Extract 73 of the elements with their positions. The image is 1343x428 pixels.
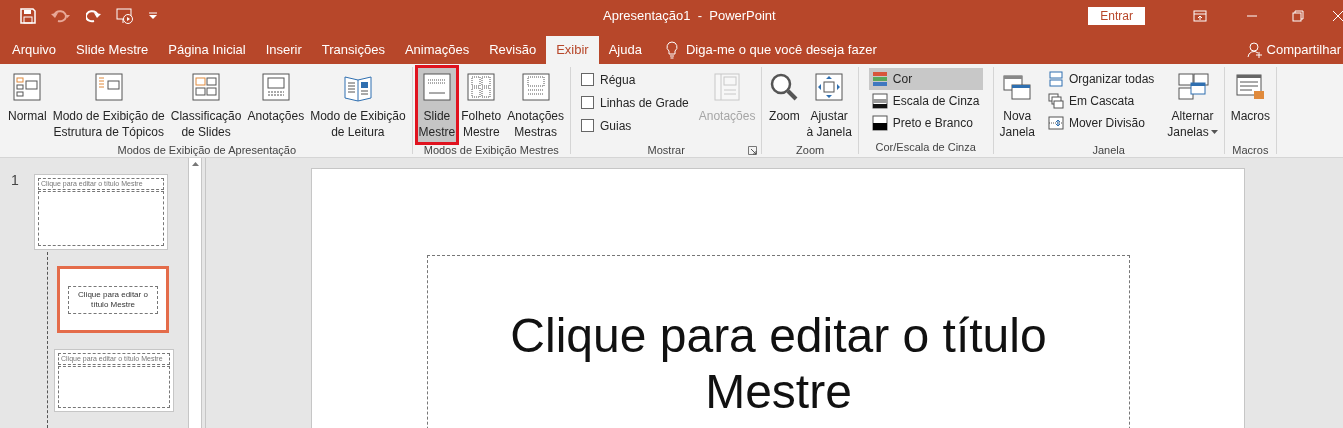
- scroll-up-icon[interactable]: [191, 162, 199, 166]
- ribbon-button[interactable]: Anotações Mestras: [505, 67, 566, 143]
- ribbon-button[interactable]: Classificação de Slides: [168, 67, 244, 143]
- ribbon-button[interactable]: Ajustar à Janela: [804, 67, 854, 143]
- ribbon-button[interactable]: Em Cascata: [1044, 90, 1158, 112]
- ribbon-tab[interactable]: Ajuda: [598, 36, 652, 64]
- redo-icon[interactable]: [86, 8, 102, 24]
- outline-icon: [92, 71, 125, 103]
- ribbon-button[interactable]: Preto e Branco: [868, 112, 983, 134]
- checkbox[interactable]: Régua: [581, 68, 689, 91]
- ribbon-button[interactable]: Alternar Janelas: [1165, 67, 1220, 143]
- color-swatch-icon: [871, 71, 888, 87]
- group-label: Janela: [1092, 142, 1125, 158]
- ribbon-tab[interactable]: Inserir: [255, 36, 312, 64]
- tell-me-field[interactable]: Diga-me o que você deseja fazer: [685, 40, 877, 60]
- ribbon-button[interactable]: Escala de Cinza: [868, 90, 983, 112]
- customize-menu-icon[interactable]: [148, 12, 158, 20]
- presentation-icon[interactable]: [116, 8, 134, 24]
- notes-page-icon: [259, 71, 292, 103]
- group-label: Modos de Exibição Mestres: [423, 142, 559, 158]
- ribbon-button[interactable]: Slide Mestre: [416, 67, 458, 143]
- group-label: Cor/Escala de Cinza: [875, 139, 976, 155]
- save-icon[interactable]: [20, 8, 36, 24]
- checkbox-box[interactable]: [581, 96, 594, 109]
- ribbon-button[interactable]: Folheto Mestre: [459, 67, 504, 143]
- split-icon: [1047, 115, 1064, 131]
- scrollbar[interactable]: [188, 158, 202, 428]
- arrange-all-icon: [1047, 71, 1064, 87]
- ribbon-button[interactable]: Nova Janela: [997, 67, 1037, 143]
- person-icon: [1246, 42, 1263, 58]
- ribbon-button[interactable]: Cor: [868, 68, 983, 90]
- ribbon-button[interactable]: Normal: [6, 67, 49, 143]
- fit-window-icon: [813, 71, 846, 103]
- ribbon-button[interactable]: Modo de Exibição de Estrutura de Tópicos: [50, 67, 167, 143]
- checkbox[interactable]: Linhas de Grade: [581, 91, 689, 114]
- slide-master-icon: [420, 71, 453, 103]
- ribbon-tab[interactable]: Revisão: [479, 36, 547, 64]
- ribbon-tab[interactable]: Slide Mestre: [66, 36, 159, 64]
- ribbon-tab[interactable]: Arquivo: [2, 36, 67, 64]
- group-label: Modos de Exibição de Apresentação: [117, 142, 297, 158]
- checkbox-box[interactable]: [581, 119, 594, 132]
- group-label: Mostrar: [647, 142, 685, 158]
- grayscale-swatch-icon: [871, 93, 888, 109]
- ribbon-tab[interactable]: Animações: [394, 36, 480, 64]
- ribbon-button[interactable]: Anotações: [245, 67, 307, 143]
- undo-icon[interactable]: [50, 8, 72, 24]
- window-title: Apresentação1 - PowerPoint: [603, 7, 776, 26]
- ribbon-button[interactable]: Modo de Exibição de Leitura: [308, 67, 408, 143]
- share-button[interactable]: Compartilhar: [1246, 36, 1343, 64]
- lightbulb-icon: [665, 41, 678, 59]
- ribbon-button[interactable]: Mover Divisão: [1044, 112, 1158, 134]
- ribbon-button[interactable]: Macros: [1228, 67, 1273, 143]
- group-label: Zoom: [796, 142, 825, 158]
- dialog-launcher-icon[interactable]: [748, 146, 758, 155]
- notes-master-icon: [519, 71, 552, 103]
- monochrome-swatch-icon: [871, 115, 888, 131]
- switch-windows-icon: [1176, 71, 1209, 103]
- checkbox-box[interactable]: [581, 73, 594, 86]
- ribbon-tab[interactable]: Exibir: [546, 36, 599, 64]
- group-label: Macros: [1232, 142, 1269, 158]
- sign-in-button[interactable]: Entrar: [1088, 7, 1145, 25]
- ribbon-tab[interactable]: Página Inicial: [158, 36, 256, 64]
- slide-thumbnail[interactable]: Clique para editar o título Mestre: [57, 266, 169, 333]
- ribbon-button[interactable]: Zoom: [766, 67, 803, 143]
- thumbnail-title: Clique para editar o título Mestre: [77, 289, 149, 310]
- checkbox[interactable]: Guias: [581, 114, 689, 137]
- handout-icon: [465, 71, 498, 103]
- layout-icon: [11, 71, 44, 103]
- slide-number: 1: [11, 171, 19, 190]
- ribbon-button[interactable]: Organizar todas: [1044, 68, 1158, 90]
- cascade-icon: [1047, 93, 1064, 109]
- slide-grid-icon: [190, 71, 223, 103]
- ribbon-tab[interactable]: Transições: [311, 36, 395, 64]
